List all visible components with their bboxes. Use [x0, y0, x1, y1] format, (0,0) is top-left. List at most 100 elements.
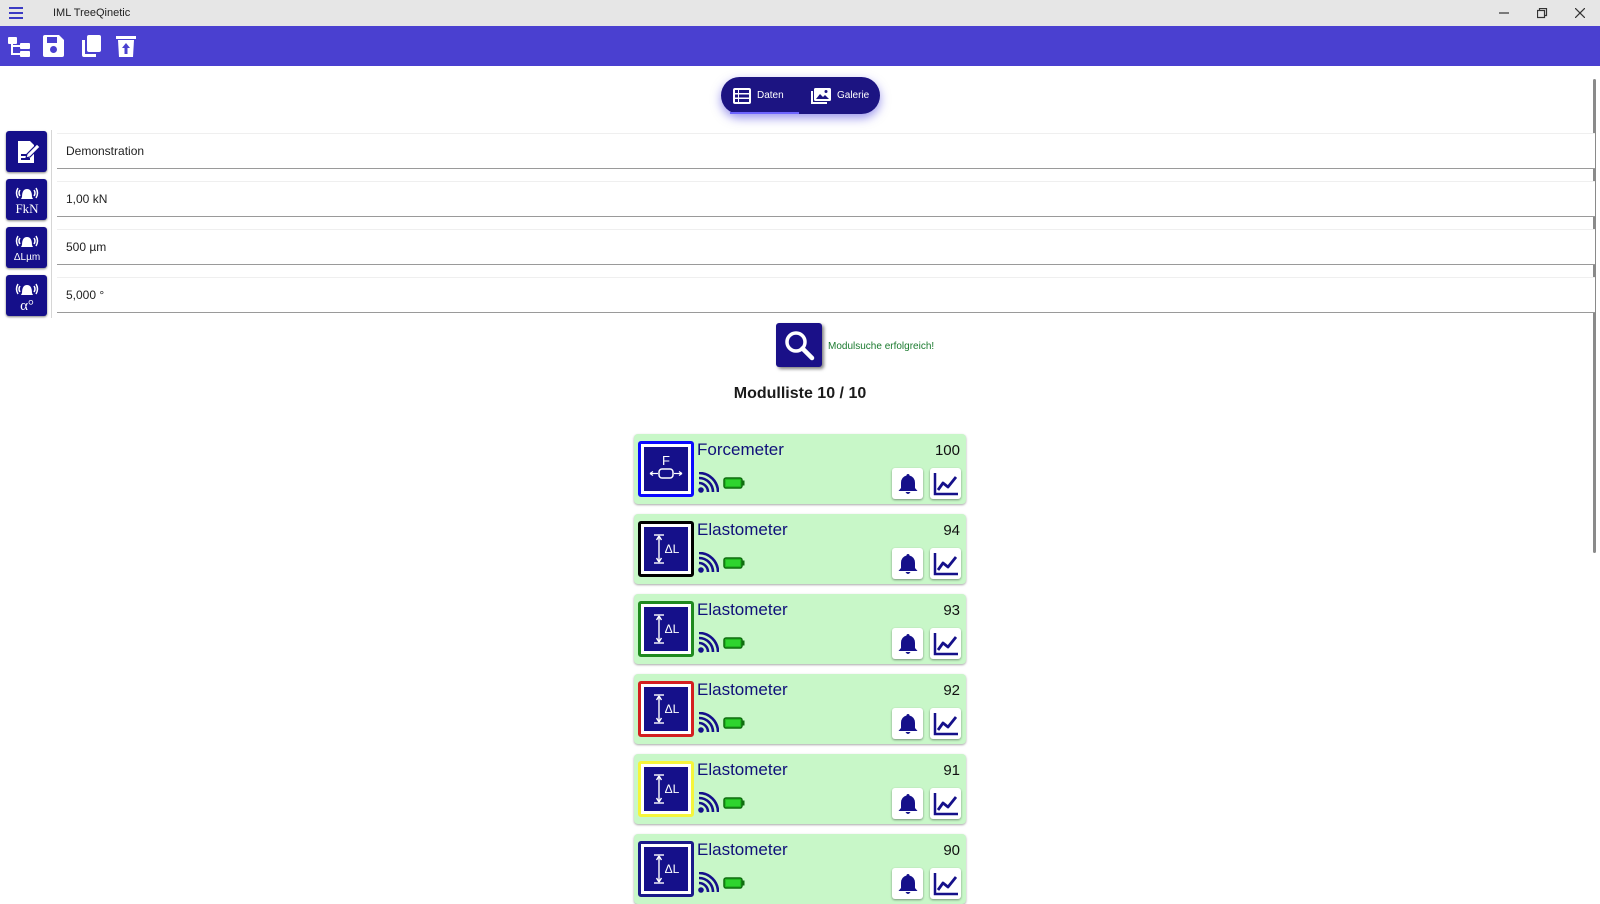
module-type-icon: ΔL [644, 687, 688, 731]
module-type-icon: ΔL [644, 527, 688, 571]
svg-text:ΔL: ΔL [665, 622, 680, 636]
restore-icon [1536, 7, 1547, 18]
wireless-signal-icon [698, 632, 719, 653]
module-list-title: Modulliste 10 / 10 [733, 385, 867, 402]
elongation-alarm-icon-label: ΔLµm [13, 252, 39, 263]
restore-button[interactable] [1523, 0, 1561, 26]
side-divider [51, 130, 52, 318]
battery-icon [723, 477, 745, 489]
module-chart-button[interactable] [930, 708, 961, 739]
module-search-button[interactable] [776, 323, 822, 367]
tab-selected-indicator [730, 112, 799, 114]
module-name: Elastometer [697, 520, 788, 539]
module-alarm-button[interactable] [892, 548, 923, 579]
module-alarm-button[interactable] [892, 788, 923, 819]
module-number: 91 [943, 762, 960, 779]
battery-icon [723, 557, 745, 569]
battery-icon [723, 637, 745, 649]
module-alarm-button[interactable] [892, 628, 923, 659]
line-chart-icon [933, 792, 958, 815]
module-number: 94 [943, 522, 960, 539]
angle-alarm-button[interactable]: α° [6, 275, 47, 316]
elastometer-sensor-icon: ΔL [654, 774, 680, 804]
module-icon-frame: ΔL [638, 841, 694, 897]
delete-upload-icon [116, 36, 136, 57]
module-name: Elastometer [697, 840, 788, 859]
tree-icon [8, 37, 30, 57]
svg-text:ΔL: ΔL [665, 702, 680, 716]
edit-document-button[interactable] [6, 131, 47, 172]
bell-icon [898, 793, 917, 814]
module-card[interactable]: ΔL Elastometer 90 [634, 834, 966, 904]
search-status: Modulsuche erfolgreich! [828, 341, 935, 352]
line-chart-icon [933, 712, 958, 735]
edit-document-icon [17, 140, 41, 163]
module-alarm-button[interactable] [892, 468, 923, 499]
elastometer-sensor-icon: ΔL [654, 614, 680, 644]
close-button[interactable] [1561, 0, 1599, 26]
module-name: Elastometer [697, 600, 788, 619]
app-title: IML TreeQinetic [53, 7, 131, 19]
battery-icon [723, 797, 745, 809]
elastometer-sensor-icon: ΔL [654, 854, 680, 884]
search-icon [785, 331, 815, 361]
bell-icon [898, 873, 917, 894]
minimize-button[interactable] [1485, 0, 1523, 26]
force-sensor-icon: F [649, 453, 683, 479]
module-card[interactable]: ΔL Elastometer 91 [634, 754, 966, 824]
line-chart-icon [933, 632, 958, 655]
module-card[interactable]: ΔL Elastometer 92 [634, 674, 966, 744]
angle-alarm-icon: α° [15, 283, 38, 313]
elongation-field[interactable] [57, 229, 1595, 265]
name-field[interactable] [57, 133, 1595, 169]
module-alarm-button[interactable] [892, 868, 923, 899]
module-card[interactable]: F Forcemeter 100 [634, 434, 966, 504]
module-type-icon: F [644, 447, 688, 491]
save-button[interactable] [41, 34, 65, 58]
module-chart-button[interactable] [930, 468, 961, 499]
svg-text:ΔL: ΔL [665, 862, 680, 876]
save-icon [43, 35, 64, 57]
angle-alarm-icon-label: α° [20, 298, 34, 313]
copy-button[interactable] [79, 34, 103, 58]
module-chart-button[interactable] [930, 868, 961, 899]
line-chart-icon [933, 872, 958, 895]
battery-icon [723, 717, 745, 729]
tab-daten[interactable]: Daten [733, 77, 784, 114]
force-alarm-button[interactable]: FkN [6, 179, 47, 220]
bell-icon [898, 633, 917, 654]
battery-icon [723, 877, 745, 889]
module-card[interactable]: ΔL Elastometer 93 [634, 594, 966, 664]
module-type-icon: ΔL [644, 767, 688, 811]
force-field[interactable] [57, 181, 1595, 217]
module-type-icon: ΔL [644, 607, 688, 651]
view-switch: Daten Galerie [721, 77, 880, 114]
module-chart-button[interactable] [930, 628, 961, 659]
module-alarm-button[interactable] [892, 708, 923, 739]
angle-field[interactable] [57, 277, 1595, 313]
module-icon-frame: ΔL [638, 681, 694, 737]
minimize-icon [1499, 12, 1509, 14]
menu-icon[interactable] [9, 7, 23, 19]
module-icon-frame: ΔL [638, 601, 694, 657]
module-icon-frame: ΔL [638, 521, 694, 577]
module-name: Elastometer [697, 760, 788, 779]
wireless-signal-icon [698, 472, 719, 493]
elastometer-sensor-icon: ΔL [654, 694, 680, 724]
bell-icon [898, 713, 917, 734]
delete-upload-button[interactable] [114, 34, 138, 58]
tree-button[interactable] [7, 34, 31, 58]
title-bar: IML TreeQinetic [0, 0, 1600, 26]
module-number: 90 [943, 842, 960, 859]
copy-icon [82, 35, 101, 57]
wireless-signal-icon [698, 872, 719, 893]
module-card[interactable]: ΔL Elastometer 94 [634, 514, 966, 584]
module-chart-button[interactable] [930, 788, 961, 819]
tab-galerie[interactable]: Galerie [811, 77, 869, 114]
elongation-alarm-button[interactable]: ΔLµm [6, 227, 47, 268]
module-chart-button[interactable] [930, 548, 961, 579]
svg-text:ΔL: ΔL [665, 542, 680, 556]
table-icon [733, 87, 751, 104]
bell-icon [898, 553, 917, 574]
module-number: 93 [943, 602, 960, 619]
